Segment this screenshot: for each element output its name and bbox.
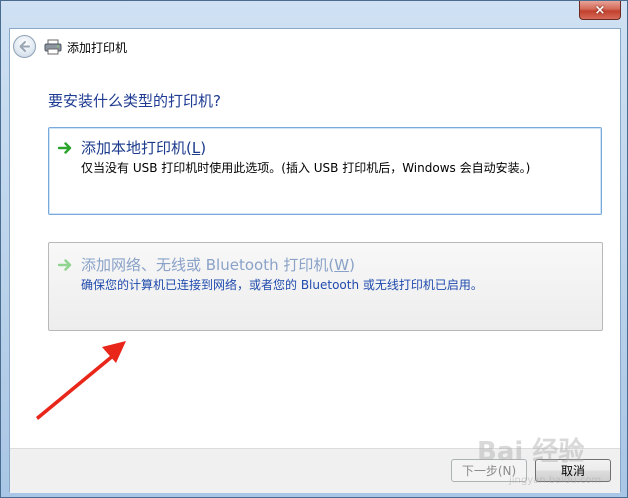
red-annotation-arrow [36, 341, 126, 420]
wizard-header: 添加打印机 [10, 29, 620, 65]
add-printer-window: × 添加打印机 要安装什么类型的打印机? 添加本地打印机(L) 仅当没有 USB… [0, 0, 628, 498]
wizard-title: 添加打印机 [67, 41, 128, 55]
green-arrow-icon [58, 142, 72, 154]
close-icon: × [594, 2, 606, 18]
back-arrow-icon [19, 41, 30, 52]
wizard-content: 添加打印机 要安装什么类型的打印机? 添加本地打印机(L) 仅当没有 USB 打… [9, 28, 621, 493]
watermark-logo: Bai 经验 [477, 437, 585, 467]
green-arrow-icon [58, 259, 72, 271]
option-description: 确保您的计算机已连接到网络，或者您的 Bluetooth 或无线打印机已启用。 [81, 278, 483, 292]
page-heading: 要安装什么类型的打印机? [48, 92, 221, 110]
add-local-printer-option[interactable]: 添加本地打印机(L) 仅当没有 USB 打印机时使用此选项。(插入 USB 打印… [48, 127, 602, 215]
add-network-printer-option[interactable]: 添加网络、无线或 Bluetooth 打印机(W) 确保您的计算机已连接到网络，… [48, 242, 603, 331]
close-button[interactable]: × [579, 1, 621, 20]
printer-icon [44, 39, 62, 55]
option-title: 添加网络、无线或 Bluetooth 打印机(W) [81, 256, 355, 274]
option-description: 仅当没有 USB 打印机时使用此选项。(插入 USB 打印机后，Windows … [81, 161, 531, 175]
option-title: 添加本地打印机(L) [81, 139, 207, 157]
back-button[interactable] [13, 35, 36, 58]
wizard-body: 要安装什么类型的打印机? 添加本地打印机(L) 仅当没有 USB 打印机时使用此… [10, 65, 620, 448]
watermark-url: jingyan.baidu.com [509, 475, 602, 486]
